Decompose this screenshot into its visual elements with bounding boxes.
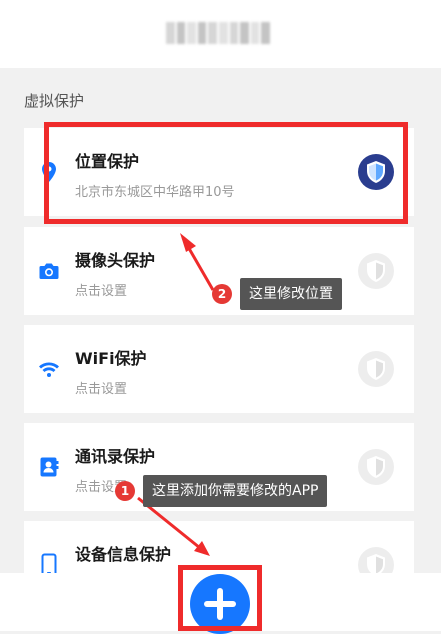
- item-name: 设备信息保护: [75, 545, 172, 564]
- wifi-protection-card[interactable]: WiFi保护 点击设置: [24, 325, 414, 413]
- item-name: 通讯录保护: [75, 447, 156, 466]
- item-name: WiFi保护: [75, 349, 147, 368]
- contacts-icon: [40, 457, 59, 477]
- item-subtitle: 点击设置: [75, 382, 128, 397]
- highlight-box-add-button: [178, 565, 262, 631]
- annotation-tooltip-1: 这里添加你需要修改的APP: [143, 475, 328, 507]
- shield-icon: [367, 456, 385, 478]
- item-name: 摄像头保护: [75, 251, 156, 270]
- shield-icon: [367, 358, 385, 380]
- blurred-title: [166, 22, 270, 44]
- shield-toggle-off[interactable]: [358, 351, 394, 387]
- top-bar: [0, 0, 441, 68]
- annotation-tooltip-2: 这里修改位置: [240, 278, 342, 310]
- section-title: 虚拟保护: [24, 92, 85, 110]
- annotation-badge-1: 1: [115, 481, 135, 501]
- item-subtitle: 点击设置: [75, 284, 128, 299]
- shield-toggle-off[interactable]: [358, 449, 394, 485]
- highlight-box-location: [44, 122, 408, 224]
- camera-icon: [39, 263, 59, 279]
- annotation-badge-2: 2: [212, 284, 232, 304]
- shield-icon: [367, 260, 385, 282]
- wifi-icon: [39, 362, 59, 377]
- shield-toggle-off[interactable]: [358, 253, 394, 289]
